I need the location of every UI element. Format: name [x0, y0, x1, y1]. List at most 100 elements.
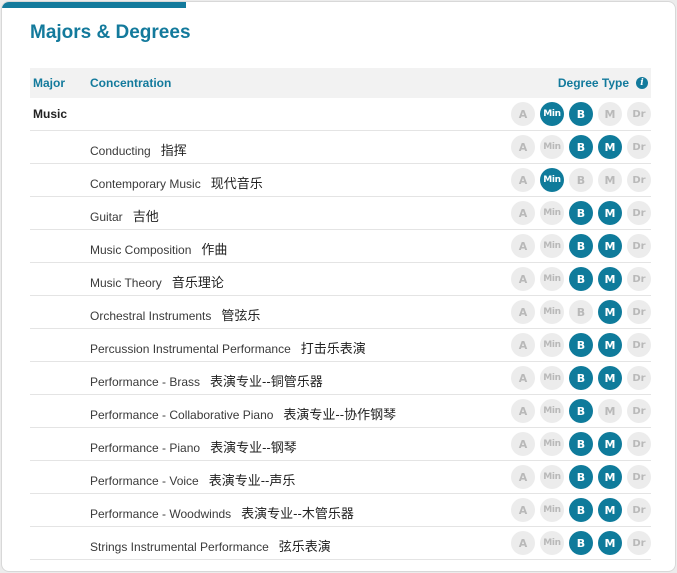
- degree-badge-a: A: [511, 102, 535, 126]
- degree-badges: A Min B M Dr: [511, 234, 651, 258]
- degree-badge-min: Min: [540, 399, 564, 423]
- degree-badge-m: M: [598, 234, 622, 258]
- concentration-name: Performance - Woodwinds 表演专业--木管乐器: [90, 503, 354, 522]
- degree-badge-m: M: [598, 333, 622, 357]
- degree-badge-min: Min: [540, 267, 564, 291]
- degree-badge-m: M: [598, 267, 622, 291]
- degree-badge-b: B: [569, 102, 593, 126]
- concentration-row: Performance - Woodwinds 表演专业--木管乐器 A Min B M D…: [30, 494, 651, 527]
- degree-badge-dr: Dr: [627, 234, 651, 258]
- degree-badge-min: Min: [540, 300, 564, 324]
- concentration-english: Guitar: [90, 210, 123, 224]
- concentration-english: Performance - Brass: [90, 375, 201, 389]
- info-icon[interactable]: i: [636, 77, 648, 89]
- concentration-name: Performance - Collaborative Piano 表演专业--协…: [90, 404, 396, 423]
- header-degree-type: Degree Type: [557, 76, 629, 90]
- degree-badge-m: M: [598, 366, 622, 390]
- header-concentration: Concentration: [90, 76, 172, 90]
- degree-badge-a: A: [511, 531, 535, 555]
- degree-badge-min: Min: [540, 465, 564, 489]
- concentration-english: Percussion Instrumental Performance: [90, 342, 291, 356]
- concentration-chinese: 表演专业--声乐: [208, 473, 296, 488]
- concentration-english: Music Theory: [90, 276, 162, 290]
- degree-badge-dr: Dr: [627, 366, 651, 390]
- degree-badge-m: M: [598, 465, 622, 489]
- concentration-chinese: 表演专业--木管乐器: [241, 506, 354, 521]
- concentration-name: Percussion Instrumental Performance 打击乐表演: [90, 338, 366, 357]
- degree-badge-min: Min: [540, 135, 564, 159]
- concentration-chinese: 表演专业--协作钢琴: [283, 407, 397, 422]
- degree-badge-a: A: [511, 201, 535, 225]
- degree-badge-min: Min: [540, 432, 564, 456]
- degree-badges: A Min B M Dr: [511, 201, 651, 225]
- concentration-name: Performance - Brass 表演专业--铜管乐器: [90, 371, 323, 390]
- degree-badges: A Min B M Dr: [511, 168, 651, 192]
- concentration-row: Performance - Brass 表演专业--铜管乐器 A Min B M Dr: [30, 362, 651, 395]
- degree-badge-a: A: [511, 465, 535, 489]
- degree-badges: A Min B M Dr: [511, 498, 651, 522]
- concentration-row: Performance - Piano 表演专业--钢琴 A Min B M Dr: [30, 428, 651, 461]
- table-header: Major Concentration Degree Type i: [30, 68, 651, 98]
- concentration-row: Guitar 吉他 A Min B M Dr: [30, 197, 651, 230]
- degree-badge-a: A: [511, 234, 535, 258]
- card-accent-bar: [2, 2, 186, 8]
- degree-badge-m: M: [598, 399, 622, 423]
- degree-badge-b: B: [569, 333, 593, 357]
- degree-badge-dr: Dr: [627, 135, 651, 159]
- concentration-row: Orchestral Instruments 管弦乐 A Min B M Dr: [30, 296, 651, 329]
- concentration-row: Conducting 指挥 A Min B M Dr: [30, 131, 651, 164]
- concentration-english: Conducting: [90, 144, 151, 158]
- concentration-chinese: 音乐理论: [171, 275, 224, 290]
- degree-badge-min: Min: [540, 333, 564, 357]
- concentration-row: Music Composition 作曲 A Min B M Dr: [30, 230, 651, 263]
- degree-badge-dr: Dr: [627, 465, 651, 489]
- concentration-name: Guitar 吉他: [90, 206, 159, 225]
- concentration-list: Conducting 指挥 A Min B M Dr Contemporary Music 现代…: [30, 131, 651, 560]
- degree-badges: A Min B M Dr: [511, 135, 651, 159]
- degree-badge-b: B: [569, 498, 593, 522]
- major-name: Music: [33, 107, 68, 121]
- concentration-english: Contemporary Music: [90, 177, 201, 191]
- page-title: Majors & Degrees: [30, 22, 191, 43]
- concentration-name: Performance - Voice 表演专业--声乐: [90, 470, 295, 489]
- major-row: Music A Min B M Dr: [30, 98, 651, 131]
- degree-badge-dr: Dr: [627, 333, 651, 357]
- degree-badge-m: M: [598, 102, 622, 126]
- concentration-chinese: 表演专业--钢琴: [210, 440, 297, 455]
- concentration-english: Performance - Woodwinds: [90, 507, 232, 521]
- concentration-english: Performance - Piano: [90, 441, 201, 455]
- concentration-name: Conducting 指挥: [90, 140, 187, 159]
- concentration-chinese: 弦乐表演: [278, 539, 331, 554]
- degree-badge-dr: Dr: [627, 498, 651, 522]
- concentration-english: Strings Instrumental Performance: [90, 540, 269, 554]
- degree-badge-b: B: [569, 234, 593, 258]
- degree-badge-b: B: [569, 267, 593, 291]
- concentration-name: Contemporary Music 现代音乐: [90, 173, 263, 192]
- concentration-english: Orchestral Instruments: [90, 309, 212, 323]
- degree-badges: A Min B M Dr: [511, 432, 651, 456]
- concentration-chinese: 现代音乐: [210, 176, 263, 191]
- concentration-chinese: 打击乐表演: [300, 341, 366, 356]
- concentration-row: Music Theory 音乐理论 A Min B M Dr: [30, 263, 651, 296]
- degree-badge-b: B: [569, 300, 593, 324]
- degree-badge-b: B: [569, 531, 593, 555]
- degree-badge-min: Min: [540, 531, 564, 555]
- degree-badge-b: B: [569, 432, 593, 456]
- concentration-name: Music Composition 作曲: [90, 239, 227, 258]
- concentration-chinese: 吉他: [132, 209, 159, 224]
- concentration-chinese: 管弦乐: [221, 308, 261, 323]
- degree-badge-b: B: [569, 201, 593, 225]
- degree-badge-a: A: [511, 135, 535, 159]
- degree-badge-m: M: [598, 300, 622, 324]
- degree-badge-min: Min: [540, 366, 564, 390]
- degree-badge-dr: Dr: [627, 168, 651, 192]
- degree-badge-dr: Dr: [627, 267, 651, 291]
- degree-badges: A Min B M Dr: [511, 531, 651, 555]
- degree-badge-a: A: [511, 267, 535, 291]
- concentration-row: Performance - Voice 表演专业--声乐 A Min B M Dr: [30, 461, 651, 494]
- degree-badge-a: A: [511, 498, 535, 522]
- concentration-chinese: 作曲: [201, 242, 228, 257]
- degree-badge-dr: Dr: [627, 102, 651, 126]
- degree-badge-m: M: [598, 135, 622, 159]
- degree-badge-m: M: [598, 531, 622, 555]
